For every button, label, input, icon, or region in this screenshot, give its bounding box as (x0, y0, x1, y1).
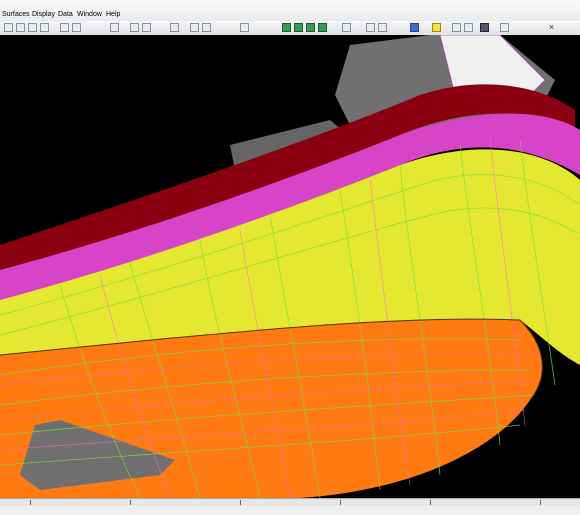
sphere-icon[interactable] (410, 23, 419, 32)
render-solid-icon[interactable] (306, 23, 315, 32)
pan-icon[interactable] (28, 23, 37, 32)
measure-icon[interactable] (464, 23, 473, 32)
rotate-icon[interactable] (40, 23, 49, 32)
light-icon[interactable] (342, 23, 351, 32)
key-icon[interactable] (452, 23, 461, 32)
view-side-icon[interactable] (202, 23, 211, 32)
select-icon[interactable] (4, 23, 13, 32)
status-bar (0, 506, 580, 515)
render-wire-icon[interactable] (294, 23, 303, 32)
hull-model (0, 35, 580, 498)
layers-icon[interactable] (500, 23, 509, 32)
color-icon[interactable] (432, 23, 441, 32)
shade-icon[interactable] (170, 23, 179, 32)
surface-icon[interactable] (110, 23, 119, 32)
3d-viewport[interactable] (0, 35, 580, 498)
line-icon[interactable] (60, 23, 69, 32)
display-icon[interactable] (480, 23, 489, 32)
menu-data[interactable]: Data (58, 11, 73, 19)
view-front-icon[interactable] (190, 23, 199, 32)
mesh-icon[interactable] (142, 23, 151, 32)
grid-icon[interactable] (130, 23, 139, 32)
menu-help[interactable]: Help (106, 11, 120, 19)
view-top-icon[interactable] (240, 23, 249, 32)
menu-display[interactable]: Display (32, 11, 55, 19)
menu-window[interactable]: Window (77, 11, 102, 19)
curve-icon[interactable] (72, 23, 81, 32)
pen-icon[interactable] (378, 23, 387, 32)
render-mixed-icon[interactable] (318, 23, 327, 32)
render-icon[interactable] (282, 23, 291, 32)
menu-surfaces[interactable]: Surfaces (2, 11, 30, 19)
menu-bar: Surfaces Display Data Window Help (0, 0, 580, 22)
arrow-icon[interactable] (366, 23, 375, 32)
zoom-icon[interactable] (16, 23, 25, 32)
toolbar: × (0, 21, 580, 36)
close-icon[interactable]: × (546, 22, 557, 33)
